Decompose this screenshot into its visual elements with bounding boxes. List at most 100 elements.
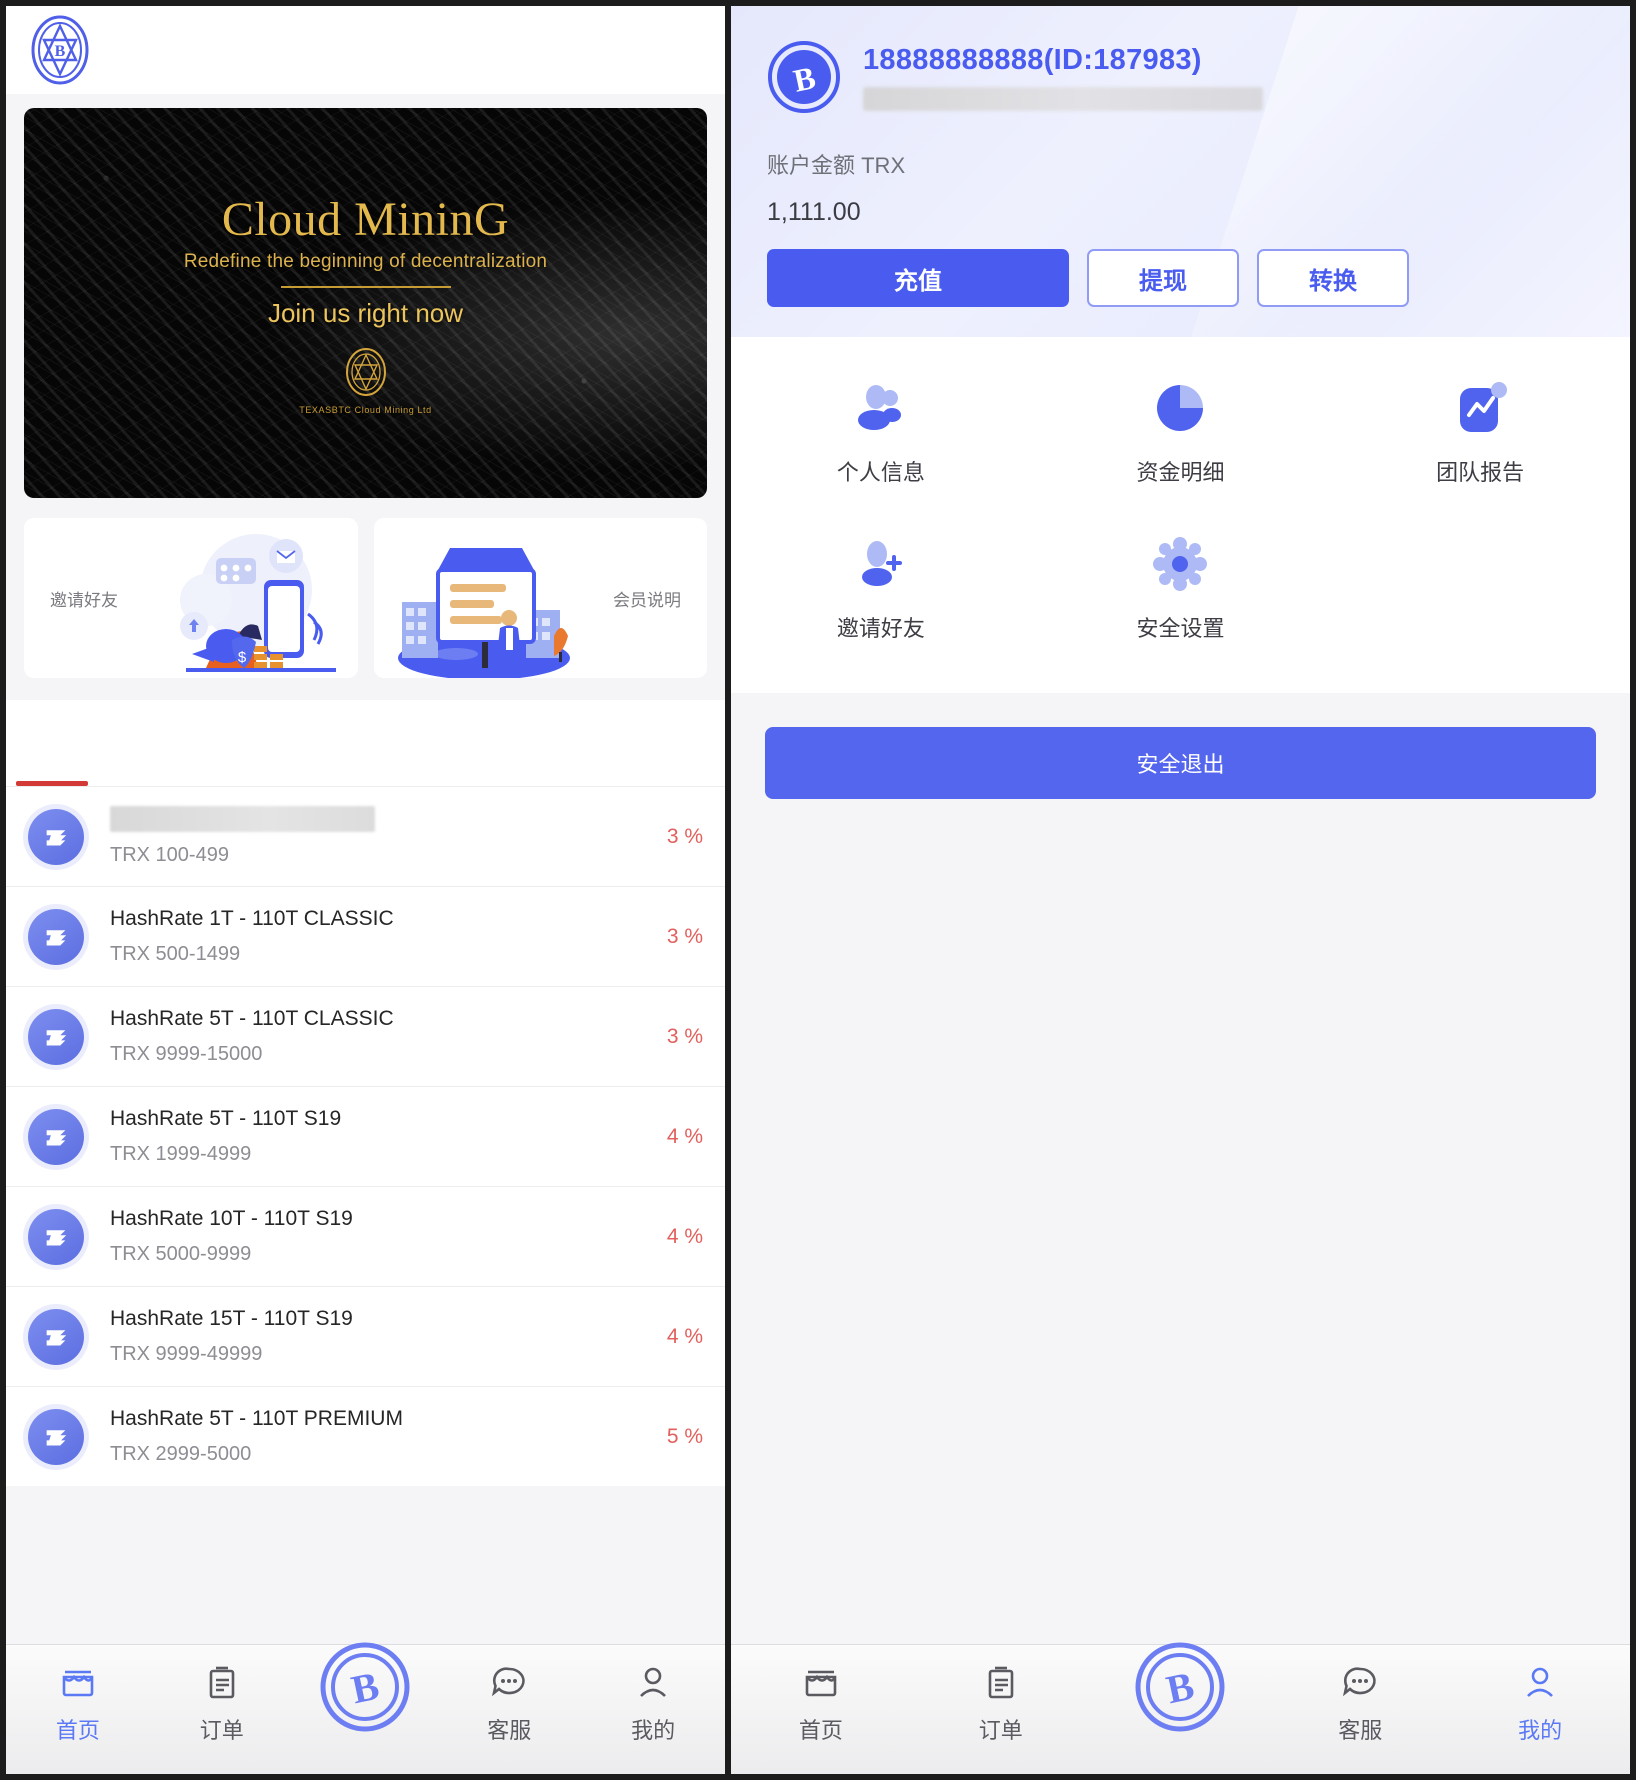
svg-text:B: B [1163, 1663, 1198, 1713]
convert-button[interactable]: 转换 [1257, 249, 1409, 307]
menu-item-security-settings[interactable]: 安全设置 [1031, 519, 1331, 659]
product-title: HashRate 15T - 110T S19 [110, 1307, 353, 1330]
menu-label: 邀请好友 [836, 616, 925, 641]
account-id: 18888888888(ID:187983) [863, 43, 1202, 76]
bitcoin-coin-icon: B [1134, 1641, 1226, 1733]
bottom-tabbar: 首页 订单 B 客服 我的 [6, 1642, 725, 1774]
product-tab-strip[interactable] [6, 700, 725, 786]
tab-orders[interactable]: 订单 [150, 1645, 294, 1745]
tab-label: 订单 [199, 1718, 244, 1743]
tab-label: 订单 [978, 1718, 1023, 1743]
account-action-buttons: 充值 提现 转换 [767, 249, 1594, 307]
product-range: TRX 500-1499 [110, 943, 241, 965]
hashrate-coin-icon [28, 1408, 84, 1465]
bitcoin-avatar-icon: B [767, 40, 841, 114]
tab-label: 我的 [631, 1718, 676, 1743]
product-rate: 4 % [666, 1224, 703, 1248]
account-summary-card: B 18888888888(ID:187983) 账户金额 TRX 1,111.… [731, 6, 1630, 337]
promo-cards: 邀请好友 $ 会员说明 [6, 498, 725, 700]
tab-coin-center[interactable]: B [1091, 1642, 1271, 1733]
menu-item-personal-info[interactable]: 个人信息 [731, 363, 1031, 503]
profile-menu-grid: 个人信息 资金明细 团队报告 邀请好友 安全设置 [731, 337, 1630, 693]
svg-text:B: B [55, 43, 66, 60]
bitcoin-coin-icon: B [319, 1641, 411, 1733]
invite-friends-illustration: $ [146, 518, 356, 678]
product-rate: 4 % [666, 1124, 703, 1148]
logout-container: 安全退出 [731, 693, 1630, 799]
menu-label: 团队报告 [1436, 460, 1525, 485]
hero-banner[interactable]: Cloud MininG Redefine the beginning of d… [24, 108, 707, 498]
table-row[interactable]: HashRate 15T - 110T S19 TRX 9999-49999 4… [6, 1286, 725, 1386]
tab-coin-center[interactable]: B [294, 1642, 438, 1733]
product-rate: 3 % [666, 924, 703, 948]
tab-home[interactable]: 首页 [731, 1645, 911, 1745]
banner-subtitle: Redefine the beginning of decentralizati… [183, 250, 548, 272]
table-row[interactable]: TRX 100-499 3 % [6, 786, 725, 886]
person-icon [1518, 1659, 1562, 1703]
banner-company-name: TEXASBTC Cloud Mining Ltd [299, 404, 432, 415]
tab-orders[interactable]: 订单 [911, 1645, 1091, 1745]
right-phone-screen: B 18888888888(ID:187983) 账户金额 TRX 1,111.… [728, 0, 1636, 1780]
promo-card-membership-info[interactable]: 会员说明 [373, 518, 707, 678]
menu-item-fund-details[interactable]: 资金明细 [1031, 363, 1331, 503]
tab-support[interactable]: 客服 [1270, 1645, 1450, 1745]
hashrate-coin-icon [28, 908, 84, 965]
product-title: HashRate 5T - 110T S19 [110, 1107, 342, 1130]
table-row[interactable]: HashRate 5T - 110T CLASSIC TRX 9999-1500… [6, 986, 725, 1086]
product-range: TRX 1999-4999 [110, 1143, 252, 1165]
hashrate-coin-icon [28, 1208, 84, 1265]
banner-title: Cloud MininG [221, 192, 510, 246]
table-row[interactable]: HashRate 10T - 110T S19 TRX 5000-9999 4 … [6, 1186, 725, 1286]
home-scroll-area[interactable]: Cloud MininG Redefine the beginning of d… [6, 94, 725, 1644]
left-phone-screen: B Cloud MininG Redefine the beginning of… [0, 0, 728, 1780]
hashrate-coin-icon [28, 808, 84, 865]
menu-label: 安全设置 [1136, 616, 1225, 641]
banner-container: Cloud MininG Redefine the beginning of d… [6, 94, 725, 498]
tab-profile[interactable]: 我的 [1450, 1645, 1630, 1745]
menu-item-invite-friends[interactable]: 邀请好友 [731, 519, 1031, 659]
hashrate-coin-icon [28, 1008, 84, 1065]
gear-icon [1151, 535, 1209, 593]
product-range: TRX 9999-15000 [110, 1043, 263, 1065]
tab-label: 首页 [55, 1718, 100, 1743]
chat-bubble-icon [1338, 1659, 1382, 1703]
logout-button[interactable]: 安全退出 [765, 727, 1596, 799]
promo-label: 邀请好友 [50, 590, 118, 610]
product-title: HashRate 1T - 110T CLASSIC [110, 907, 394, 930]
tab-profile[interactable]: 我的 [581, 1645, 725, 1745]
app-header: B [6, 6, 725, 94]
tab-label: 客服 [1338, 1718, 1383, 1743]
product-rate: 4 % [666, 1324, 703, 1348]
chat-bubble-icon [487, 1659, 531, 1703]
product-list: TRX 100-499 3 % HashRate 1T - 110T CLASS… [6, 786, 725, 1486]
product-title: HashRate 10T - 110T S19 [110, 1207, 353, 1230]
table-row[interactable]: HashRate 1T - 110T CLASSIC TRX 500-1499 … [6, 886, 725, 986]
promo-label: 会员说明 [613, 590, 681, 610]
storefront-icon [56, 1659, 100, 1703]
product-title: HashRate 5T - 110T PREMIUM [110, 1407, 403, 1430]
table-row[interactable]: HashRate 5T - 110T S19 TRX 1999-4999 4 % [6, 1086, 725, 1186]
clipboard-icon [200, 1659, 244, 1703]
promo-card-invite-friends[interactable]: 邀请好友 $ [24, 518, 358, 678]
person-icon [631, 1659, 675, 1703]
menu-item-team-report[interactable]: 团队报告 [1330, 363, 1630, 503]
app-logo-icon: B [28, 14, 92, 86]
tab-home[interactable]: 首页 [6, 1645, 150, 1745]
clipboard-icon [979, 1659, 1023, 1703]
svg-text:$: $ [237, 649, 246, 666]
users-icon [852, 379, 910, 437]
tab-support[interactable]: 客服 [437, 1645, 581, 1745]
deposit-button[interactable]: 充值 [767, 249, 1069, 307]
tab-label: 客服 [487, 1718, 532, 1743]
withdraw-button[interactable]: 提现 [1087, 249, 1239, 307]
product-rate: 3 % [666, 824, 703, 848]
table-row[interactable]: HashRate 5T - 110T PREMIUM TRX 2999-5000… [6, 1386, 725, 1486]
product-range: TRX 2999-5000 [110, 1443, 252, 1465]
hashrate-coin-icon [28, 1108, 84, 1165]
user-plus-icon [852, 535, 910, 593]
svg-text:B: B [348, 1663, 383, 1713]
menu-label: 资金明细 [1136, 460, 1225, 485]
hashrate-coin-icon [28, 1308, 84, 1365]
active-tab-indicator [16, 781, 88, 786]
product-range: TRX 100-499 [110, 844, 229, 866]
